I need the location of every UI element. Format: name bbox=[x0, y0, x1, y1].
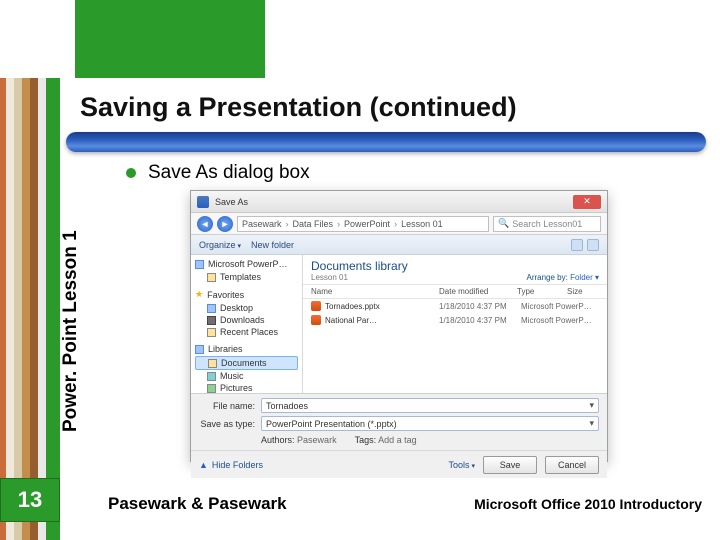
chevron-down-icon: ▾ bbox=[589, 418, 594, 429]
arrange-by[interactable]: Arrange by: Folder ▾ bbox=[526, 273, 599, 282]
chevron-up-icon: ▲ bbox=[199, 460, 208, 470]
dialog-titlebar: Save As ✕ bbox=[191, 191, 607, 213]
dialog-title: Save As bbox=[215, 197, 248, 207]
column-headers[interactable]: Name Date modified Type Size bbox=[303, 285, 607, 299]
breadcrumb[interactable]: Pasewark› Data Files› PowerPoint› Lesson… bbox=[237, 216, 489, 232]
decorative-left-stripe bbox=[0, 0, 60, 540]
help-icon[interactable] bbox=[587, 239, 599, 251]
dialog-toolbar: Organize New folder bbox=[191, 235, 607, 255]
crumb-segment: Lesson 01 bbox=[401, 219, 443, 229]
star-icon: ★ bbox=[195, 289, 203, 300]
pictures-icon bbox=[207, 384, 216, 393]
search-icon: 🔍 bbox=[498, 218, 509, 229]
savetype-label: Save as type: bbox=[199, 419, 255, 429]
footer-left: Pasewark & Pasewark bbox=[108, 494, 287, 514]
music-icon bbox=[207, 372, 216, 381]
filename-input[interactable]: Tornadoes▾ bbox=[261, 398, 599, 413]
library-subtitle: Lesson 01 bbox=[311, 273, 408, 282]
col-type: Type bbox=[517, 287, 567, 296]
pptx-icon bbox=[311, 315, 321, 325]
nav-item-music[interactable]: Music bbox=[195, 370, 298, 382]
nav-item-pictures[interactable]: Pictures bbox=[195, 382, 298, 393]
cancel-button[interactable]: Cancel bbox=[545, 456, 599, 474]
crumb-segment: Data Files bbox=[293, 219, 334, 229]
libraries-icon bbox=[195, 345, 204, 354]
col-date: Date modified bbox=[439, 287, 517, 296]
nav-forward-button[interactable]: ► bbox=[217, 216, 233, 232]
new-folder-button[interactable]: New folder bbox=[251, 240, 294, 250]
nav-item-templates[interactable]: Templates bbox=[195, 271, 298, 283]
documents-icon bbox=[208, 359, 217, 368]
file-row[interactable]: National Par… 1/18/2010 4:37 PM Microsof… bbox=[303, 313, 607, 327]
nav-item-desktop[interactable]: Desktop bbox=[195, 302, 298, 314]
slide-title: Saving a Presentation (continued) bbox=[80, 92, 517, 123]
footer-right: Microsoft Office 2010 Introductory bbox=[474, 496, 702, 512]
chevron-right-icon: › bbox=[337, 219, 340, 229]
chevron-right-icon: › bbox=[394, 219, 397, 229]
bullet-item: Save As dialog box bbox=[126, 162, 310, 184]
title-underline bbox=[66, 132, 706, 152]
nav-item-recent[interactable]: Recent Places bbox=[195, 326, 298, 338]
bullet-text: Save As dialog box bbox=[148, 162, 310, 184]
file-list-pane: Documents library Lesson 01 Arrange by: … bbox=[303, 255, 607, 393]
bullet-dot-icon bbox=[126, 168, 136, 178]
dialog-footer: ▲Hide Folders Tools Save Cancel bbox=[191, 450, 607, 478]
col-size: Size bbox=[567, 287, 583, 296]
chevron-right-icon: › bbox=[286, 219, 289, 229]
recent-icon bbox=[207, 328, 216, 337]
save-button[interactable]: Save bbox=[483, 456, 537, 474]
view-icon[interactable] bbox=[571, 239, 583, 251]
nav-back-button[interactable]: ◄ bbox=[197, 216, 213, 232]
filename-label: File name: bbox=[199, 401, 255, 411]
save-fields: File name: Tornadoes▾ Save as type: Powe… bbox=[191, 393, 607, 450]
folder-icon bbox=[207, 273, 216, 282]
save-as-dialog: Save As ✕ ◄ ► Pasewark› Data Files› Powe… bbox=[190, 190, 608, 462]
search-placeholder: Search Lesson01 bbox=[512, 219, 582, 229]
tools-menu[interactable]: Tools bbox=[449, 460, 475, 470]
library-title: Documents library bbox=[311, 259, 408, 273]
desktop-icon bbox=[207, 304, 216, 313]
hide-folders-button[interactable]: ▲Hide Folders bbox=[199, 460, 263, 470]
nav-item-downloads[interactable]: Downloads bbox=[195, 314, 298, 326]
downloads-icon bbox=[207, 316, 216, 325]
nav-group-app[interactable]: Microsoft PowerP… bbox=[195, 259, 298, 269]
arrow-left-icon: ◄ bbox=[201, 219, 210, 229]
arrow-right-icon: ► bbox=[221, 219, 230, 229]
page-number: 13 bbox=[0, 478, 60, 522]
close-button[interactable]: ✕ bbox=[573, 195, 601, 209]
nav-item-documents[interactable]: Documents bbox=[195, 356, 298, 370]
nav-group-favorites[interactable]: ★Favorites bbox=[195, 289, 298, 300]
close-icon: ✕ bbox=[583, 197, 591, 206]
pptx-icon bbox=[311, 301, 321, 311]
col-name: Name bbox=[311, 287, 439, 296]
crumb-segment: Pasewark bbox=[242, 219, 282, 229]
save-icon bbox=[197, 196, 209, 208]
side-lesson-label: Power. Point Lesson 1 bbox=[60, 230, 82, 432]
search-input[interactable]: 🔍 Search Lesson01 bbox=[493, 216, 601, 232]
file-row[interactable]: Tornadoes.pptx 1/18/2010 4:37 PM Microso… bbox=[303, 299, 607, 313]
nav-group-libraries[interactable]: Libraries bbox=[195, 344, 298, 354]
decorative-green-block bbox=[75, 0, 265, 78]
meta-row: Authors: Pasewark Tags: Add a tag bbox=[199, 434, 599, 448]
crumb-segment: PowerPoint bbox=[344, 219, 390, 229]
organize-menu[interactable]: Organize bbox=[199, 240, 241, 250]
chevron-down-icon: ▾ bbox=[589, 400, 594, 411]
address-bar: ◄ ► Pasewark› Data Files› PowerPoint› Le… bbox=[191, 213, 607, 235]
savetype-select[interactable]: PowerPoint Presentation (*.pptx)▾ bbox=[261, 416, 599, 431]
app-icon bbox=[195, 260, 204, 269]
navigation-pane: Microsoft PowerP… Templates ★Favorites D… bbox=[191, 255, 303, 393]
